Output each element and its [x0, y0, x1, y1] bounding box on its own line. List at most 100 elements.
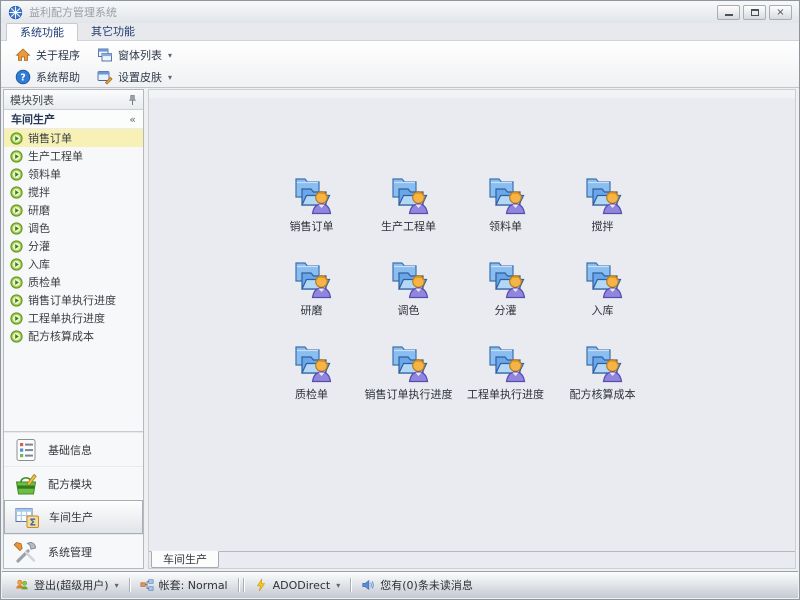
module-shortcut-label: 领料单: [489, 218, 522, 234]
sidebar-item[interactable]: 生产工程单: [4, 147, 143, 165]
toolbar-row-1: 关于程序 窗体列表 ▾: [10, 44, 799, 66]
nav-button-label: 车间生产: [49, 509, 93, 525]
module-shortcut[interactable]: 质检单: [263, 336, 360, 420]
lightning-icon: [254, 578, 268, 592]
module-shortcut[interactable]: 研磨: [263, 252, 360, 336]
module-shortcut-label: 质检单: [295, 386, 328, 402]
module-shortcut[interactable]: 领料单: [457, 168, 554, 252]
sidebar-item[interactable]: 领料单: [4, 165, 143, 183]
module-shortcut[interactable]: 工程单执行进度: [457, 336, 554, 420]
system-help-button[interactable]: ? 系统帮助: [10, 68, 92, 86]
status-item-label: 帐套: Normal: [159, 577, 228, 593]
green-arrow-icon: [10, 186, 23, 199]
folder-user-icon: [385, 336, 433, 384]
status-item[interactable]: ADODirect▾: [246, 578, 349, 592]
title-bar: 益利配方管理系统 ×: [1, 1, 799, 23]
form-list-button[interactable]: 窗体列表 ▾: [92, 46, 177, 64]
folder-user-icon: [288, 336, 336, 384]
close-button[interactable]: ×: [769, 5, 792, 20]
separator: [129, 578, 130, 592]
tab-other-functions[interactable]: 其它功能: [78, 23, 148, 41]
folder-user-icon: [482, 168, 530, 216]
module-shortcut[interactable]: 销售订单: [263, 168, 360, 252]
module-shortcut[interactable]: 分灌: [457, 252, 554, 336]
group-title: 车间生产: [11, 111, 55, 127]
sidebar-item[interactable]: 入库: [4, 255, 143, 273]
status-item[interactable]: 您有(0)条未读消息: [353, 577, 481, 593]
module-shortcut[interactable]: 配方核算成本: [554, 336, 651, 420]
tab-system-functions[interactable]: 系统功能: [6, 23, 78, 41]
status-item[interactable]: 登出(超级用户) ▾: [7, 577, 127, 593]
green-arrow-icon: [10, 330, 23, 343]
sidebar-item-label: 分灌: [28, 238, 50, 254]
window-title: 益利配方管理系统: [29, 4, 117, 20]
svg-text:?: ?: [20, 73, 26, 84]
speaker-icon: [361, 578, 375, 592]
pin-icon[interactable]: [128, 94, 137, 106]
sidebar-header: 模块列表: [4, 90, 143, 110]
module-shortcut-label: 生产工程单: [381, 218, 436, 234]
close-icon: ×: [776, 8, 784, 18]
sidebar-item[interactable]: 质检单: [4, 273, 143, 291]
dropdown-caret-icon: ▾: [168, 73, 172, 82]
document-tab-workshop[interactable]: 车间生产: [151, 551, 219, 568]
sidebar-item-label: 销售订单执行进度: [28, 292, 116, 308]
module-shortcut[interactable]: 生产工程单: [360, 168, 457, 252]
module-shortcut-label: 配方核算成本: [570, 386, 636, 402]
nav-button[interactable]: 基础信息: [4, 432, 143, 466]
nav-button[interactable]: 系统管理: [4, 534, 143, 568]
green-arrow-icon: [10, 204, 23, 217]
sidebar-item[interactable]: 配方核算成本: [4, 327, 143, 345]
module-shortcut[interactable]: 入库: [554, 252, 651, 336]
sidebar-module-list: 销售订单生产工程单领料单搅拌研磨调色分灌入库质检单销售订单执行进度工程单执行进度…: [4, 129, 143, 345]
maximize-button[interactable]: [743, 5, 766, 20]
sidebar-item[interactable]: 工程单执行进度: [4, 309, 143, 327]
green-arrow-icon: [10, 150, 23, 163]
svg-text:Σ: Σ: [30, 517, 37, 528]
status-item-label: 登出(超级用户): [34, 577, 109, 593]
toolbar-row-2: ? 系统帮助 设置皮肤 ▾: [10, 66, 799, 88]
separator: [238, 578, 239, 592]
folder-user-icon: [288, 168, 336, 216]
help-icon: ?: [15, 69, 31, 85]
nav-button[interactable]: 配方模块: [4, 466, 143, 500]
module-shortcut-label: 搅拌: [592, 218, 614, 234]
form-list-label: 窗体列表: [118, 47, 162, 63]
home-icon: [15, 47, 31, 63]
module-shortcut[interactable]: 调色: [360, 252, 457, 336]
module-shortcut[interactable]: 搅拌: [554, 168, 651, 252]
set-skin-button[interactable]: 设置皮肤 ▾: [92, 68, 177, 86]
nav-button-label: 系统管理: [48, 544, 92, 560]
sidebar-item[interactable]: 销售订单执行进度: [4, 291, 143, 309]
maximize-icon: [751, 9, 759, 16]
status-item-label: ADODirect: [273, 579, 331, 592]
status-item[interactable]: 帐套: Normal: [132, 577, 236, 593]
sidebar-title: 模块列表: [10, 92, 54, 108]
sidebar-item[interactable]: 销售订单: [4, 129, 143, 147]
workspace: 销售订单 生产工程单 领料单 搅拌研磨调色分灌入库质检单 销售订单执行进度工程单执行进度…: [148, 89, 796, 569]
folder-user-icon: [482, 336, 530, 384]
sidebar-item[interactable]: 搅拌: [4, 183, 143, 201]
sidebar-item-label: 调色: [28, 220, 50, 236]
green-arrow-icon: [10, 276, 23, 289]
collapse-icon[interactable]: «: [129, 113, 136, 126]
sidebar-item[interactable]: 研磨: [4, 201, 143, 219]
ribbon-toolbar: 关于程序 窗体列表 ▾ ? 系统帮助 设置皮肤 ▾: [1, 41, 799, 88]
module-icon-grid: 销售订单 生产工程单 领料单 搅拌研磨调色分灌入库质检单 销售订单执行进度工程单执行进度…: [263, 168, 655, 420]
sidebar-item-label: 工程单执行进度: [28, 310, 105, 326]
about-program-button[interactable]: 关于程序: [10, 46, 92, 64]
minimize-button[interactable]: [717, 5, 740, 20]
app-logo-icon: [8, 5, 23, 20]
module-shortcut[interactable]: 销售订单执行进度: [360, 336, 457, 420]
nav-button[interactable]: Σ 车间生产: [4, 500, 143, 534]
sidebar-item[interactable]: 调色: [4, 219, 143, 237]
dropdown-caret-icon: ▾: [115, 581, 119, 590]
sidebar-item[interactable]: 分灌: [4, 237, 143, 255]
dropdown-caret-icon: ▾: [168, 51, 172, 60]
workspace-top-strip: [149, 90, 795, 98]
folder-user-icon: [579, 252, 627, 300]
skin-icon: [97, 69, 113, 85]
separator: [243, 578, 244, 592]
table-sigma-icon: Σ: [14, 504, 40, 530]
module-shortcut-label: 销售订单: [290, 218, 334, 234]
